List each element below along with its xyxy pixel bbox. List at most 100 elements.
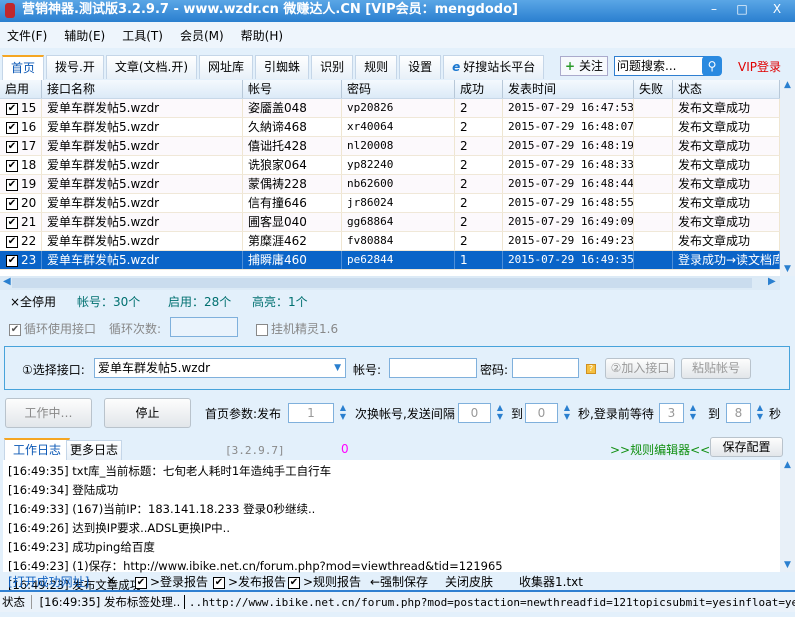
table-row[interactable]: ✔ 20 爱单车群发帖5.wzdr 信有撞646 jr86024 2 2015-07-29 …: [0, 194, 780, 213]
account-input[interactable]: [389, 358, 477, 378]
tab-item[interactable]: 网址库: [199, 55, 254, 79]
enable-cell[interactable]: ✔ 15: [0, 99, 42, 117]
log-area[interactable]: [16:49:35] txt库_当前标题：七旬老人耗时1年造纯手工自行车 [16:…: [3, 460, 780, 592]
enable-checkbox[interactable]: ✔: [6, 102, 18, 115]
menu-item[interactable]: 帮助(H): [234, 27, 290, 44]
tab-item[interactable]: 设置: [399, 55, 442, 79]
enable-checkbox[interactable]: ✔: [6, 178, 18, 191]
working-button[interactable]: 工作中…: [5, 398, 92, 428]
enable-cell[interactable]: ✔ 17: [0, 137, 42, 155]
menu-item[interactable]: 工具(T): [115, 27, 170, 44]
enable-checkbox[interactable]: ✔: [6, 254, 18, 267]
close-skin-button[interactable]: 关闭皮肤: [445, 573, 493, 590]
enable-checkbox[interactable]: ✔: [6, 140, 18, 153]
enable-cell[interactable]: ✔ 21: [0, 213, 42, 231]
table-row[interactable]: ✔ 22 爱单车群发帖5.wzdr 第糜涯462 fv80884 2 2015-07-29 …: [0, 232, 780, 251]
table-row[interactable]: ✔ 15 爱单车群发帖5.wzdr 姿靥盖048 vp20826 2 2015-07-29 …: [0, 99, 780, 118]
interval-to-input[interactable]: 0: [525, 403, 558, 423]
loop-checkbox[interactable]: ✔ 循环使用接口: [9, 320, 96, 337]
vip-login-link[interactable]: VIP登录: [738, 58, 781, 75]
enable-cell[interactable]: ✔ 16: [0, 118, 42, 136]
column-header[interactable]: 发表时间: [503, 80, 634, 98]
wait-to-spinner[interactable]: ▲ ▼: [753, 403, 767, 423]
enable-cell[interactable]: ✔ 18: [0, 156, 42, 174]
column-header[interactable]: 密码: [342, 80, 455, 98]
tab-item[interactable]: 拨号.开: [46, 55, 104, 79]
help-icon[interactable]: ?: [586, 364, 596, 374]
loop-count-input[interactable]: [170, 317, 238, 337]
column-header[interactable]: 接口名称: [42, 80, 243, 98]
tab-item[interactable]: e 好搜站长平台: [443, 55, 545, 79]
log-scrollbar[interactable]: ▲ ▼: [780, 460, 795, 572]
column-header[interactable]: 状态: [673, 80, 780, 98]
wait-to-input[interactable]: 8: [726, 403, 751, 423]
scroll-up-icon[interactable]: ▲: [780, 80, 795, 90]
column-header[interactable]: 启用: [0, 80, 42, 98]
menu-item[interactable]: 文件(F): [0, 27, 54, 44]
enable-cell[interactable]: ✔ 22: [0, 232, 42, 250]
enable-cell[interactable]: ✔ 23: [0, 251, 42, 269]
wait-from-spinner[interactable]: ▲ ▼: [686, 403, 700, 423]
scroll-down-icon[interactable]: ▼: [780, 560, 795, 570]
column-header[interactable]: 成功: [455, 80, 503, 98]
wait-from-input[interactable]: 3: [659, 403, 684, 423]
stop-button[interactable]: 停止: [104, 398, 191, 428]
table-vertical-scrollbar[interactable]: ▲ ▼: [780, 80, 795, 276]
column-header[interactable]: 失败: [634, 80, 673, 98]
disable-all-button[interactable]: ×全停用: [10, 293, 56, 310]
enable-cell[interactable]: ✔ 20: [0, 194, 42, 212]
enable-cell[interactable]: ✔ 19: [0, 175, 42, 193]
enable-checkbox[interactable]: ✔: [6, 235, 18, 248]
scroll-up-icon[interactable]: ▲: [780, 460, 795, 470]
scrollbar-thumb[interactable]: [12, 278, 752, 288]
publish-count-input[interactable]: 1: [288, 403, 334, 423]
search-input[interactable]: 问题搜索...: [614, 56, 706, 76]
interval-to-spinner[interactable]: ▲ ▼: [560, 403, 574, 423]
enable-checkbox[interactable]: ✔: [6, 216, 18, 229]
tab-more-log[interactable]: 更多日志: [66, 440, 123, 460]
follow-button[interactable]: + 关注: [560, 56, 608, 76]
enable-checkbox[interactable]: ✔: [6, 197, 18, 210]
menu-item[interactable]: 会员(M): [173, 27, 231, 44]
clear-log-button[interactable]: ×: [106, 573, 116, 587]
minimize-button[interactable]: –: [702, 1, 726, 19]
table-row[interactable]: ✔ 19 爱单车群发帖5.wzdr 蒙偶祷228 nb62600 2 2015-07-29 …: [0, 175, 780, 194]
table-row[interactable]: ✔ 21 爱单车群发帖5.wzdr 圃客显040 gg68864 2 2015-07-29 …: [0, 213, 780, 232]
login-report-checkbox[interactable]: ✔ >登录报告: [135, 573, 208, 590]
force-save-button[interactable]: ←强制保存: [370, 573, 428, 590]
enable-checkbox[interactable]: ✔: [6, 159, 18, 172]
search-icon[interactable]: ⚲: [702, 56, 722, 76]
save-config-button[interactable]: 保存配置: [710, 437, 783, 457]
enable-checkbox[interactable]: ✔: [6, 121, 18, 134]
open-success-url-link[interactable]: [打开成功网址]: [8, 573, 89, 590]
close-button[interactable]: X: [765, 1, 789, 19]
password-input[interactable]: [512, 358, 579, 378]
rule-report-checkbox[interactable]: ✔ >规则报告: [288, 573, 361, 590]
collector-file[interactable]: 收集器1.txt: [519, 573, 583, 590]
post-report-checkbox[interactable]: ✔ >发布报告: [213, 573, 286, 590]
paste-account-button[interactable]: 粘贴帐号: [681, 358, 751, 379]
interface-select[interactable]: 爱单车群发帖5.wzdr ▼: [94, 358, 346, 378]
menu-item[interactable]: 辅助(E): [57, 27, 112, 44]
tab-item[interactable]: 首页: [2, 55, 45, 80]
hangup-checkbox[interactable]: 挂机精灵1.6: [256, 320, 338, 337]
column-header[interactable]: 帐号: [243, 80, 342, 98]
tab-item[interactable]: 规则: [355, 55, 398, 79]
table-row[interactable]: ✔ 18 爱单车群发帖5.wzdr 诜狼家064 yp82240 2 2015-07-29 …: [0, 156, 780, 175]
table-row[interactable]: ✔ 23 爱单车群发帖5.wzdr 捕瞬庸460 pe62844 1 2015-07-29 …: [0, 251, 780, 270]
table-row[interactable]: ✔ 16 爱单车群发帖5.wzdr 久納谛468 xr40064 2 2015-07-29 …: [0, 118, 780, 137]
tab-item[interactable]: 引蜘蛛: [255, 55, 310, 79]
publish-count-spinner[interactable]: ▲ ▼: [336, 403, 350, 423]
scroll-left-icon[interactable]: ◀: [3, 276, 11, 287]
add-interface-button[interactable]: ②加入接口: [605, 358, 675, 379]
interval-from-input[interactable]: 0: [458, 403, 491, 423]
interval-from-spinner[interactable]: ▲ ▼: [493, 403, 507, 423]
scroll-down-icon[interactable]: ▼: [780, 264, 795, 274]
rule-editor-link[interactable]: >>规则编辑器<<: [610, 441, 710, 458]
table-row[interactable]: ✔ 17 爱单车群发帖5.wzdr 僖诎托428 nl20008 2 2015-07-29 …: [0, 137, 780, 156]
tab-item[interactable]: 识别: [311, 55, 354, 79]
tab-item[interactable]: 文章(文档.开): [105, 55, 198, 79]
tab-work-log[interactable]: 工作日志: [4, 438, 71, 460]
scroll-right-icon[interactable]: ▶: [768, 276, 776, 287]
maximize-button[interactable]: □: [730, 1, 754, 19]
